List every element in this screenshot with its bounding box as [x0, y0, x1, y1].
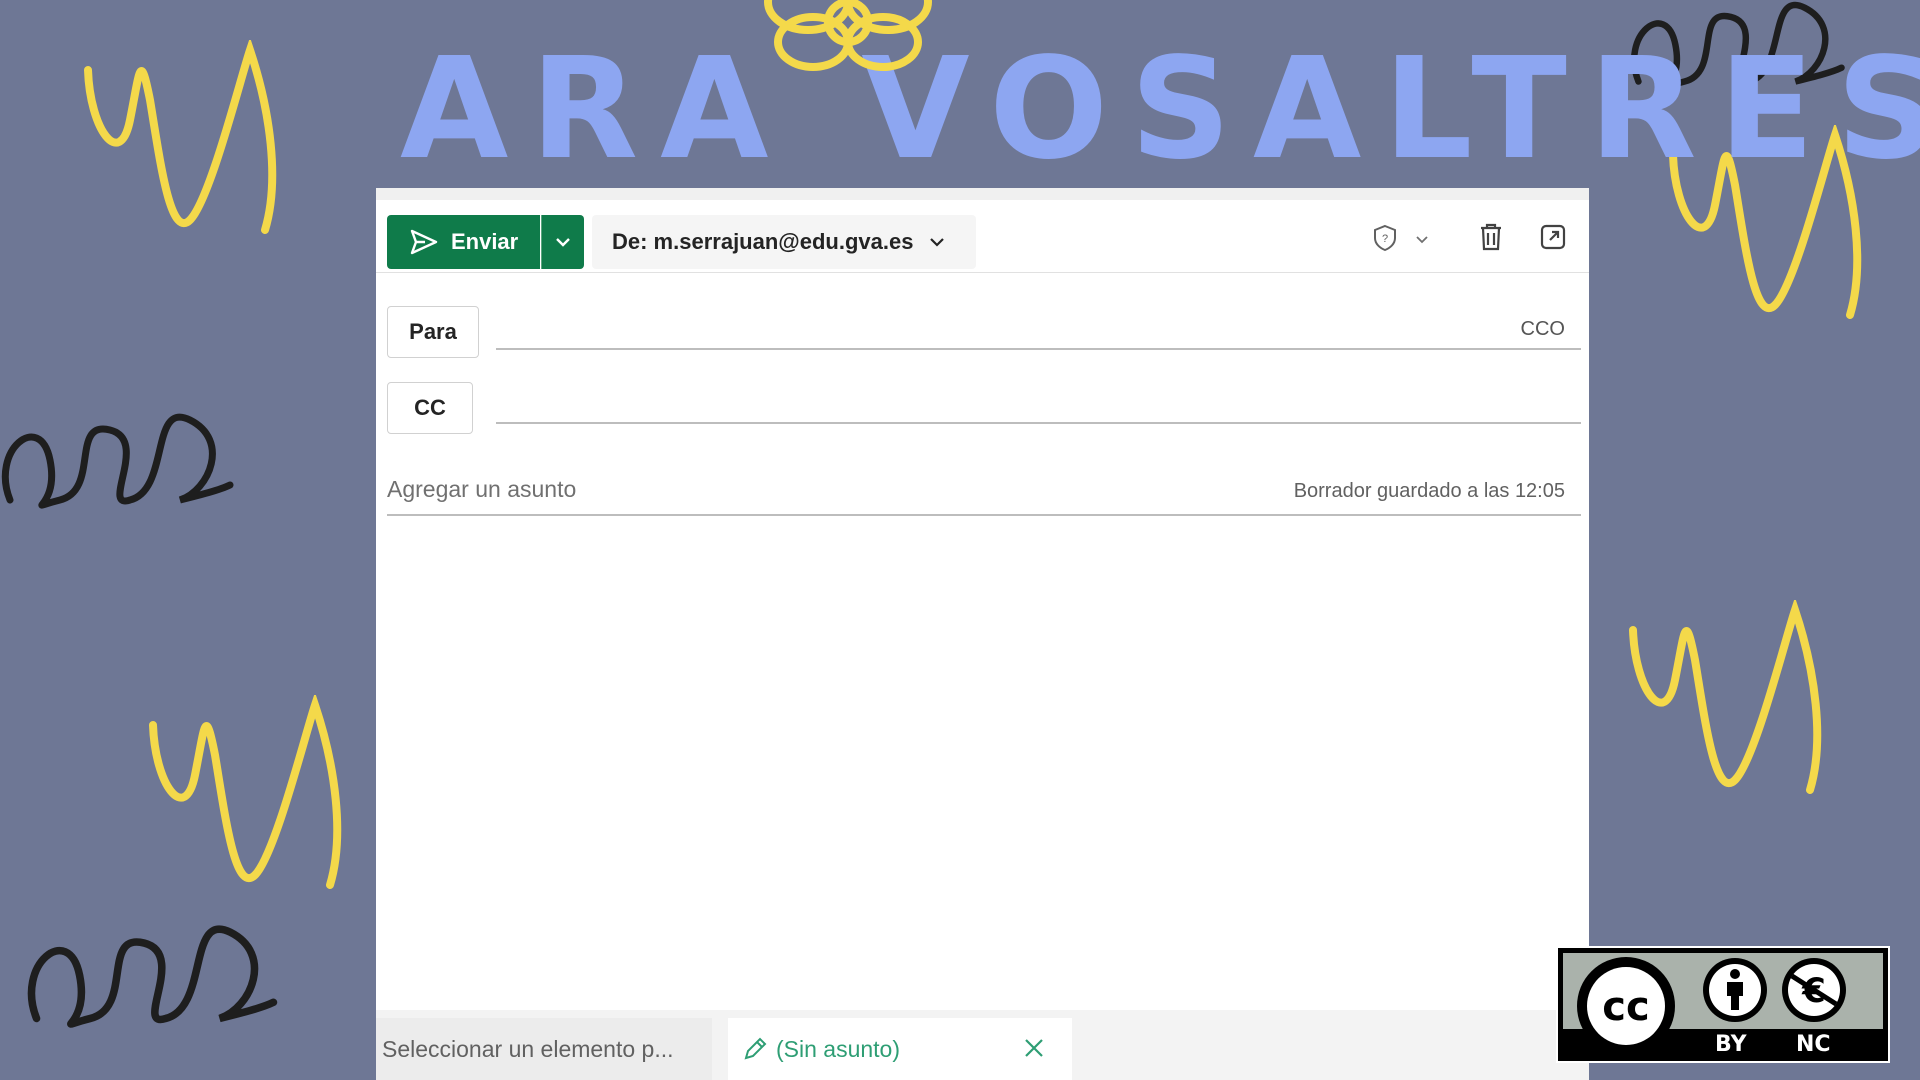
yellow-squiggle-doodle: [149, 695, 342, 889]
license-by-label: BY: [1715, 1032, 1747, 1057]
to-button[interactable]: Para: [387, 306, 479, 358]
popout-icon[interactable]: [1539, 223, 1567, 251]
cc-label: CC: [414, 395, 446, 420]
to-input[interactable]: CCO: [496, 310, 1581, 350]
pencil-icon: [744, 1037, 767, 1060]
cc-logo-icon: cc: [1577, 957, 1675, 1055]
to-label: Para: [409, 319, 457, 344]
cc-license-badge: cc € BY NC: [1556, 946, 1890, 1063]
non-commercial-icon: €: [1782, 958, 1846, 1022]
license-nc-label: NC: [1796, 1032, 1831, 1057]
cc-button[interactable]: CC: [387, 382, 473, 434]
top-strip: [376, 188, 1589, 200]
tab-draft-label: (Sin asunto): [776, 1035, 901, 1062]
chevron-down-icon: [556, 238, 570, 247]
trash-icon[interactable]: [1477, 222, 1505, 252]
bottom-tabs-bar: Seleccionar un elemento p... (Sin asunto…: [376, 1010, 1589, 1080]
send-button-label: Enviar: [450, 229, 519, 254]
from-account-selector[interactable]: De: m.serrajuan@edu.gva.es: [592, 215, 976, 269]
chevron-down-icon: [930, 238, 945, 247]
from-account-label: De: m.serrajuan@edu.gva.es: [612, 229, 914, 254]
yellow-squiggle-doodle: [1629, 600, 1822, 794]
shield-icon[interactable]: ?: [1372, 224, 1398, 252]
close-icon[interactable]: [1022, 1036, 1046, 1060]
svg-text:?: ?: [1382, 233, 1388, 245]
black-loop-doodle: [27, 925, 278, 1028]
send-icon: [410, 229, 438, 255]
banner-title: ARA VOSALTRES: [400, 28, 1920, 191]
send-button-group: Enviar: [387, 215, 584, 269]
cc-mark: cc: [1602, 984, 1649, 1030]
subject-input[interactable]: Agregar un asunto Borrador guardado a la…: [387, 468, 1581, 516]
subject-placeholder: Agregar un asunto: [387, 476, 577, 502]
compose-window: Enviar De: m.serrajuan@edu.gva.es ? Para…: [376, 188, 1589, 1080]
cc-input[interactable]: [496, 384, 1581, 424]
chevron-down-icon[interactable]: [1415, 235, 1429, 244]
black-loop-doodle: [1, 413, 234, 509]
yellow-squiggle-doodle: [84, 40, 277, 234]
tab-draft[interactable]: (Sin asunto): [728, 1018, 1072, 1080]
send-button[interactable]: Enviar: [387, 215, 541, 269]
message-body[interactable]: [387, 528, 1581, 988]
bcc-link[interactable]: CCO: [1521, 318, 1565, 341]
tab-select-item-label: Seleccionar un elemento p...: [382, 1035, 674, 1062]
draft-status: Borrador guardado a las 12:05: [1293, 480, 1565, 502]
compose-toolbar: Enviar De: m.serrajuan@edu.gva.es ?: [376, 200, 1589, 273]
tab-select-item[interactable]: Seleccionar un elemento p...: [376, 1018, 712, 1080]
send-options-button[interactable]: [541, 215, 584, 269]
flower-icon: [764, 0, 932, 71]
attribution-icon: [1703, 958, 1767, 1022]
